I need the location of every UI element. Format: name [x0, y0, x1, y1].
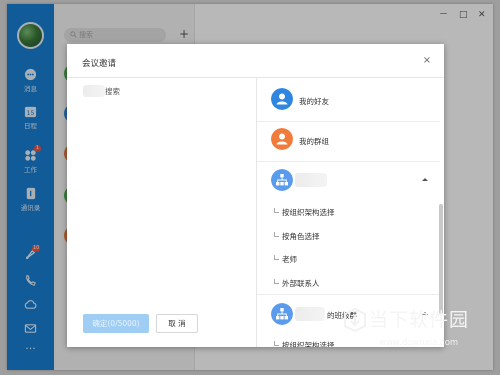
selected-search-label[interactable]: 搜索 [105, 86, 120, 97]
tree-branch-icon [274, 208, 279, 213]
org-option-item[interactable]: 外部联系人 [274, 278, 320, 289]
tree-branch-icon [274, 255, 279, 260]
watermark-url: www.downxia.com [379, 338, 459, 348]
org-option-label: 按组织架构选择 [282, 208, 335, 217]
org-option-item[interactable]: 老师 [274, 254, 297, 265]
watermark: 当下软件园 www.downxia.com [343, 305, 493, 353]
my-groups-row[interactable]: 我的群组 [257, 127, 440, 155]
org-option-item[interactable]: 按角色选择 [274, 231, 320, 242]
cancel-button[interactable]: 取 消 [156, 314, 198, 333]
tree-branch-icon [274, 341, 279, 346]
row-divider [257, 121, 440, 122]
row-divider [257, 294, 440, 295]
org-option-item[interactable]: 按组织架构选择 [274, 207, 335, 218]
watermark-brand: 当下软件园 [369, 309, 470, 331]
meeting-invite-dialog: 会议邀请 × 搜索 确定(0/5000) 取 消 我的好友 我的群组 按组织架构… [67, 44, 444, 347]
org-option-label: 老师 [282, 255, 297, 264]
my-friends-row[interactable]: 我的好友 [257, 87, 440, 115]
watermark-logo-icon [344, 307, 366, 333]
org-section-1-header[interactable] [257, 168, 440, 194]
tree-branch-icon [274, 231, 279, 237]
groups-icon [271, 128, 293, 150]
org-option-item[interactable]: 按组织架构选择 [274, 340, 335, 347]
my-groups-label: 我的群组 [299, 137, 329, 146]
row-divider [257, 161, 440, 162]
org-option-label: 外部联系人 [282, 278, 320, 288]
collapse-caret-icon[interactable] [422, 178, 428, 181]
blurred-org-name [295, 173, 327, 187]
dialog-title: 会议邀请 [82, 59, 117, 69]
tree-branch-icon [274, 278, 279, 284]
org-option-label: 按角色选择 [282, 231, 320, 241]
my-friends-label: 我的好友 [299, 97, 329, 106]
dialog-close-button[interactable]: × [420, 54, 434, 68]
org-tree-icon [271, 303, 293, 325]
org-option-label: 按组织架构选择 [282, 341, 335, 347]
blurred-org-name [295, 307, 325, 321]
friends-icon [271, 88, 293, 110]
confirm-button[interactable]: 确定(0/5000) [83, 314, 149, 333]
blurred-avatar [83, 85, 105, 97]
scrollbar-thumb[interactable] [439, 204, 443, 314]
org-tree-icon [271, 169, 293, 191]
